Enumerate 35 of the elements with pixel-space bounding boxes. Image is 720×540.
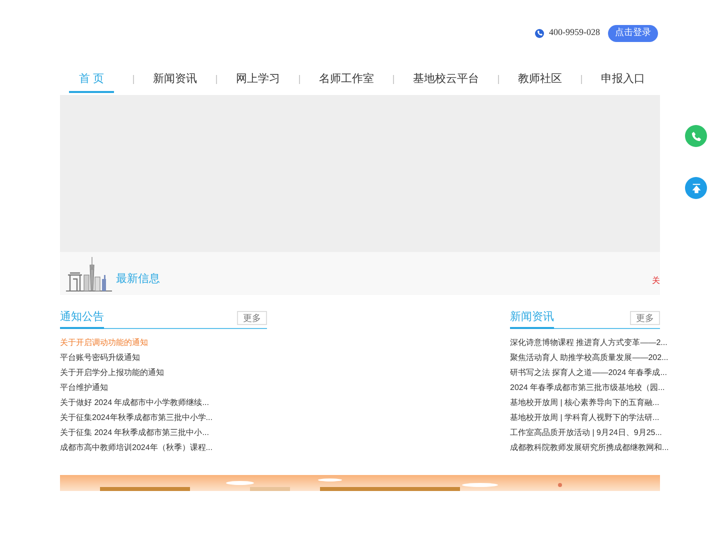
back-to-top-button[interactable] xyxy=(685,177,707,199)
news-link[interactable]: 基地校开放周 | 学科育人视野下的学法研... xyxy=(510,410,660,424)
nav-tab[interactable]: 名师工作室 xyxy=(319,64,374,94)
news-link[interactable]: 研书写之法 探育人之道——2024 年春季成... xyxy=(510,364,667,380)
news-link[interactable]: 深化诗意博物课程 推进育人方式变革——2... xyxy=(510,334,668,350)
notice-link[interactable]: 关于做好 2024 年成都市中小学教师继续... xyxy=(60,394,267,410)
phone-icon xyxy=(535,28,544,38)
latest-info-title: 最新信息 xyxy=(116,272,160,286)
nav-tab[interactable]: 基地校云平台 xyxy=(413,64,480,94)
phone-number: 400-9959-028 xyxy=(549,26,600,40)
news-link[interactable]: 工作室高品质开放活动 | 9月24日、9月25... xyxy=(510,424,662,440)
nav-tab[interactable]: 申报入口 xyxy=(601,64,646,94)
phone-button[interactable] xyxy=(685,125,707,147)
section-title: 通知公告 xyxy=(60,309,104,328)
news-link[interactable]: 聚焦活动育人 助推学校高质量发展——202... xyxy=(510,350,668,364)
nav-tab[interactable]: 网上学习 xyxy=(236,64,280,94)
login-button[interactable]: 点击登录 xyxy=(608,24,658,42)
notice-link[interactable]: 关于开启学分上报功能的通知 xyxy=(60,364,267,380)
ticker-text: 关 xyxy=(652,275,660,287)
notice-link[interactable]: 成都市高中教师培训2024年（秋季）课程... xyxy=(60,440,267,454)
news-link[interactable]: 2024 年春季成都市第三批市级基地校（园... xyxy=(510,380,665,394)
nav-tab[interactable]: 新闻资讯 xyxy=(153,64,198,94)
more-button[interactable]: 更多 xyxy=(630,310,660,324)
notice-link[interactable]: 平台账号密码升级通知 xyxy=(60,350,267,364)
notice-link[interactable]: 关于征集2024年秋季成都市第三批中小学... xyxy=(60,410,267,424)
phone-icon xyxy=(690,130,702,142)
news-link[interactable]: 基地校开放周 | 核心素养导向下的五育融... xyxy=(510,394,660,410)
more-button[interactable]: 更多 xyxy=(237,310,267,324)
notice-link[interactable]: 关于征集 2024 年秋季成都市第三批中小... xyxy=(60,424,267,440)
city-skyline-icon xyxy=(64,255,114,293)
nav-tab[interactable]: 教师社区 xyxy=(518,64,562,94)
section-title: 新闻资讯 xyxy=(510,309,554,328)
notice-link[interactable]: 平台维护通知 xyxy=(60,380,267,394)
back-to-top-icon xyxy=(690,182,702,194)
news-link[interactable]: 成都教科院教师发展研究所携成都继教网和... xyxy=(510,440,669,454)
